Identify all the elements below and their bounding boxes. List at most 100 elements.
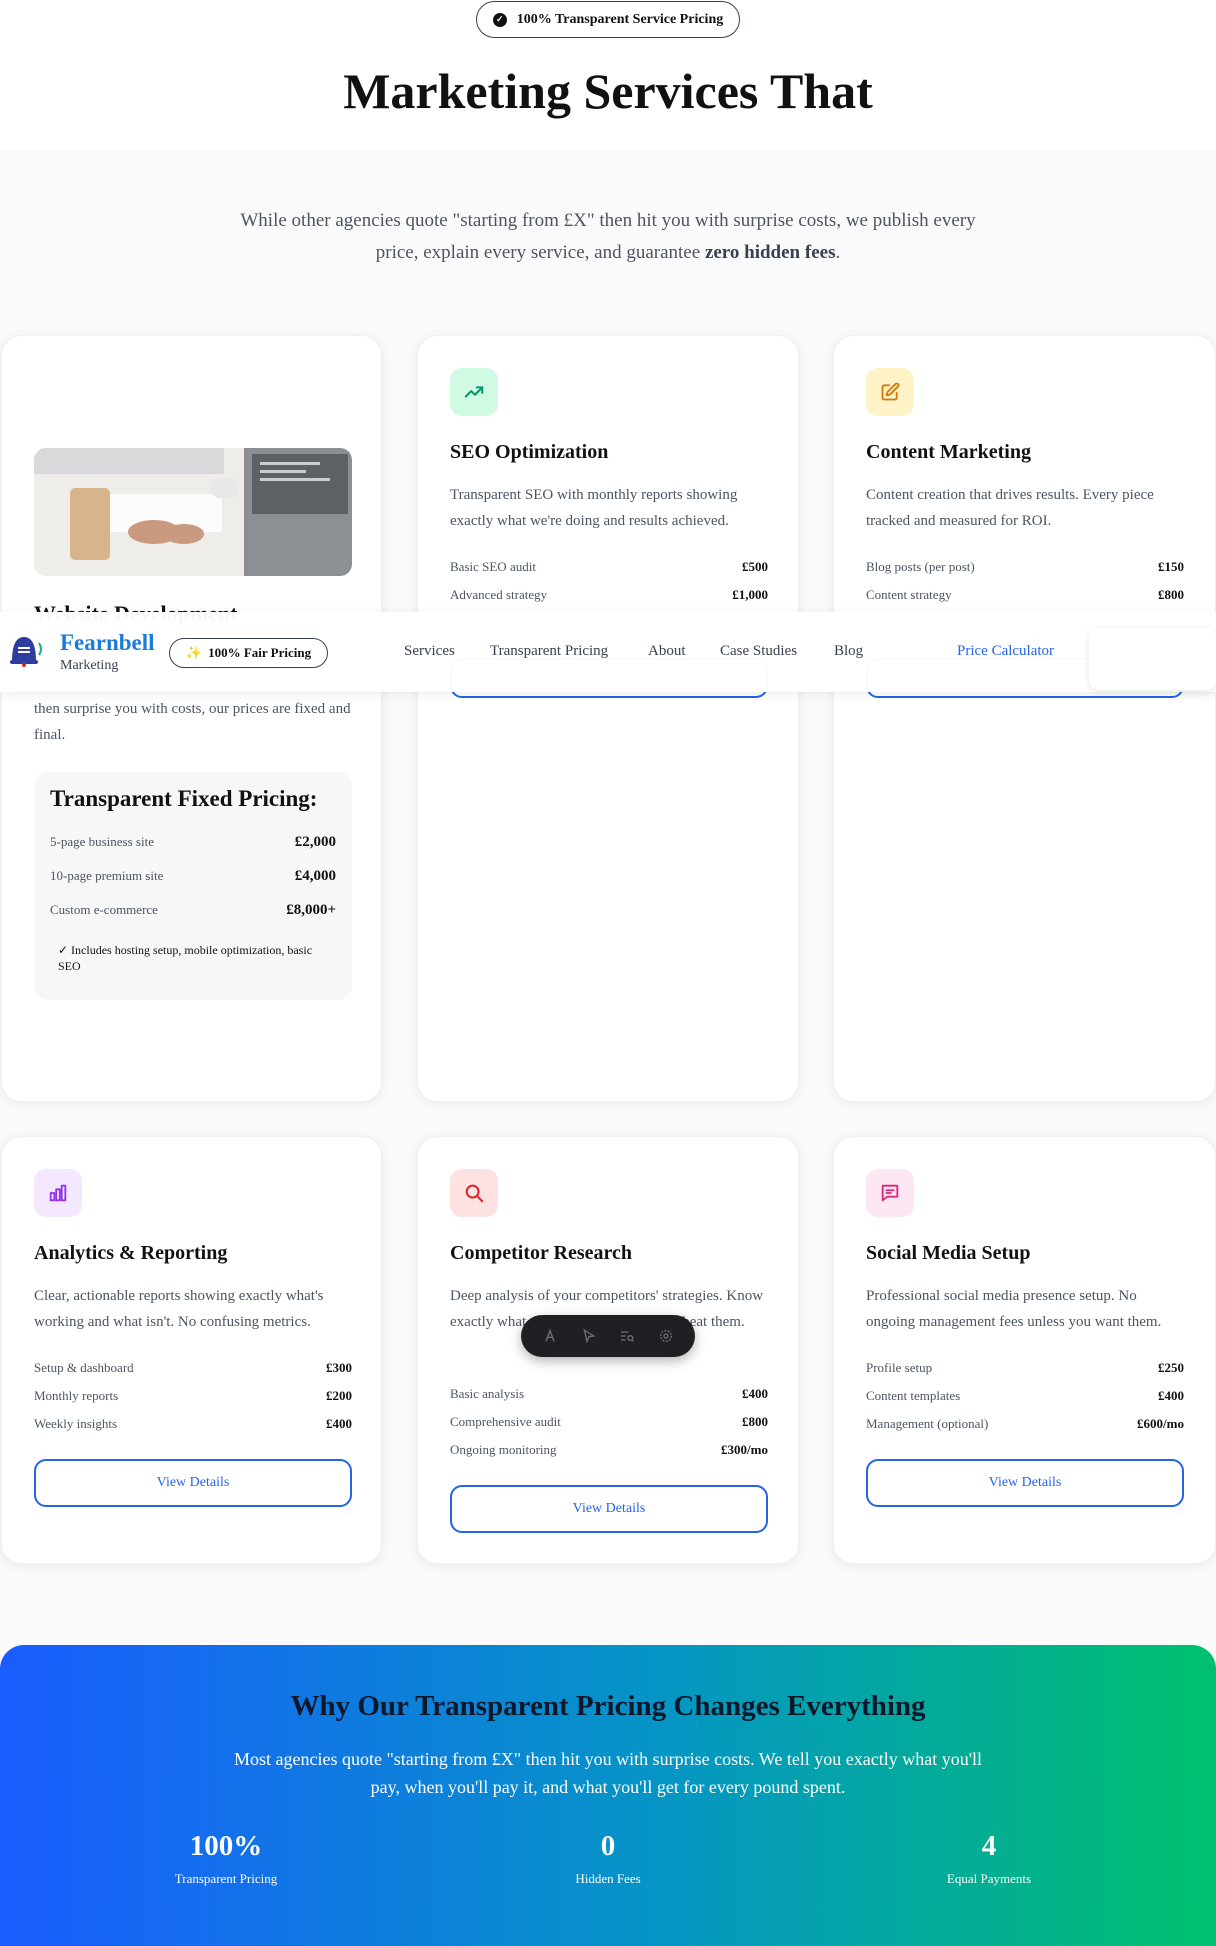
price-row: Custom e-commerce £8,000+: [50, 902, 336, 919]
fair-pricing-badge: ✨ 100% Fair Pricing: [169, 638, 328, 668]
service-card-content: Content Marketing Content creation that …: [833, 335, 1216, 1102]
card-title: SEO Optimization: [450, 441, 609, 463]
stat-number: 100%: [189, 1830, 263, 1862]
pricing-cta-section: Why Our Transparent Pricing Changes Ever…: [0, 1645, 1216, 1946]
price-row: Ongoing monitoring £300/mo: [450, 1442, 768, 1458]
fixed-pricing-box: Transparent Fixed Pricing: 5-page busine…: [34, 772, 352, 1000]
price-value: £400: [326, 1416, 352, 1431]
fixed-pricing-title: Transparent Fixed Pricing:: [50, 786, 318, 811]
card-description: Professional social media presence setup…: [866, 1288, 1162, 1330]
price-calculator-link[interactable]: Price Calculator: [957, 643, 1054, 660]
card-description: Content creation that drives results. Ev…: [866, 487, 1154, 529]
view-details-button[interactable]: View Details: [866, 1459, 1184, 1507]
service-card-seo: SEO Optimization Transparent SEO with mo…: [417, 335, 799, 1102]
price-row: Content strategy £800: [866, 587, 1184, 603]
price-label: Monthly reports: [34, 1388, 119, 1403]
card-description: then surprise you with costs, our prices…: [34, 701, 351, 743]
search-icon: [450, 1169, 498, 1217]
price-label: Content strategy: [866, 587, 952, 602]
floating-toolbar: [521, 1315, 695, 1357]
nav-item-case-studies[interactable]: Case Studies: [720, 643, 797, 660]
card-description: Transparent SEO with monthly reports sho…: [450, 487, 738, 529]
cursor-select-icon[interactable]: [578, 1325, 600, 1347]
price-value: £400: [742, 1386, 768, 1401]
price-value: £250: [1158, 1360, 1184, 1375]
stat-label: Equal Payments: [946, 1871, 1032, 1886]
price-row: Blog posts (per post) £150: [866, 559, 1184, 575]
bar-chart-icon: [34, 1169, 82, 1217]
nav-item-services[interactable]: Services: [404, 643, 455, 660]
list-search-icon[interactable]: [616, 1325, 638, 1347]
check-circle-icon: ✓: [492, 12, 507, 27]
workspace-photo: [34, 448, 352, 576]
price-label: 10-page premium site: [50, 868, 164, 883]
card-description: Clear, actionable reports showing exactl…: [34, 1288, 324, 1330]
cta-subtitle: Most agencies quote "starting from £X" t…: [233, 1749, 983, 1797]
price-row: Management (optional) £600/mo: [866, 1416, 1184, 1432]
price-value: £300: [326, 1360, 352, 1375]
edit-icon: [866, 368, 914, 416]
price-value: £800: [1158, 587, 1184, 602]
price-label: Profile setup: [866, 1360, 933, 1375]
sparkle-icon: ✨: [185, 645, 203, 660]
price-value: £400: [1158, 1388, 1184, 1403]
service-card-website: Website Development then surprise you wi…: [1, 335, 382, 1102]
badge-label: 100% Transparent Service Pricing: [516, 11, 724, 27]
price-row: Setup & dashboard £300: [34, 1360, 352, 1376]
stat-payments: 4 Equal Payments: [889, 1830, 1089, 1887]
nav-item-blog[interactable]: Blog: [834, 643, 863, 660]
hero-subtitle-end: .: [835, 242, 841, 263]
view-details-button[interactable]: View Details: [450, 1485, 768, 1533]
stat-label: Transparent Pricing: [174, 1871, 278, 1886]
price-row: Profile setup £250: [866, 1360, 1184, 1376]
view-details-button[interactable]: View Details: [34, 1459, 352, 1507]
brand-name[interactable]: Fearnbell: [60, 630, 155, 656]
price-label: Blog posts (per post): [866, 559, 975, 574]
card-title: Social Media Setup: [866, 1242, 1031, 1264]
brand-subtitle: Marketing: [60, 658, 119, 673]
service-card-social: Social Media Setup Professional social m…: [833, 1136, 1216, 1564]
hero-subtitle: While other agencies quote "starting fro…: [230, 205, 986, 269]
price-label: Weekly insights: [34, 1416, 118, 1431]
nav-dropdown-panel[interactable]: [1089, 628, 1216, 690]
price-row: Advanced strategy £1,000: [450, 587, 768, 603]
price-label: Custom e-commerce: [50, 902, 158, 917]
bell-logo-icon[interactable]: [6, 631, 46, 667]
price-row: Basic SEO audit £500: [450, 559, 768, 575]
nav-item-transparent-pricing[interactable]: Transparent Pricing: [490, 643, 608, 660]
price-value: £500: [742, 559, 768, 574]
message-icon: [866, 1169, 914, 1217]
price-label: Ongoing monitoring: [450, 1442, 557, 1457]
price-value: £200: [326, 1388, 352, 1403]
cta-title: Why Our Transparent Pricing Changes Ever…: [290, 1690, 926, 1722]
settings-gear-icon[interactable]: [655, 1325, 677, 1347]
price-label: Advanced strategy: [450, 587, 548, 602]
price-row: 10-page premium site £4,000: [50, 868, 336, 885]
trending-up-icon: [450, 368, 498, 416]
stat-label: Hidden Fees: [575, 1871, 641, 1886]
price-label: Management (optional): [866, 1416, 989, 1431]
price-label: Setup & dashboard: [34, 1360, 134, 1375]
logo-icon[interactable]: [539, 1325, 561, 1347]
stat-hidden-fees: 0 Hidden Fees: [508, 1830, 708, 1887]
price-value: £150: [1158, 559, 1184, 574]
includes-note: ✓ Includes hosting setup, mobile optimiz…: [58, 943, 313, 973]
price-value: £800: [742, 1414, 768, 1429]
page-title: Marketing Services That: [343, 63, 873, 119]
price-value: £4,000: [294, 868, 336, 884]
card-title: Competitor Research: [450, 1242, 632, 1264]
price-value: £8,000+: [286, 902, 336, 918]
card-title: Analytics & Reporting: [34, 1242, 228, 1264]
price-label: 5-page business site: [50, 834, 154, 849]
hero-subtitle-bold: zero hidden fees: [704, 242, 836, 263]
stat-number: 0: [600, 1830, 616, 1862]
stat-transparent: 100% Transparent Pricing: [126, 1830, 326, 1887]
price-label: Comprehensive audit: [450, 1414, 561, 1429]
price-row: Weekly insights £400: [34, 1416, 352, 1432]
navbar: Fearnbell Marketing ✨ 100% Fair Pricing …: [0, 612, 1216, 692]
nav-item-about[interactable]: About: [648, 643, 686, 660]
price-label: Content templates: [866, 1388, 961, 1403]
price-label: Basic SEO audit: [450, 559, 536, 574]
price-row: 5-page business site £2,000: [50, 834, 336, 851]
price-row: Basic analysis £400: [450, 1386, 768, 1402]
